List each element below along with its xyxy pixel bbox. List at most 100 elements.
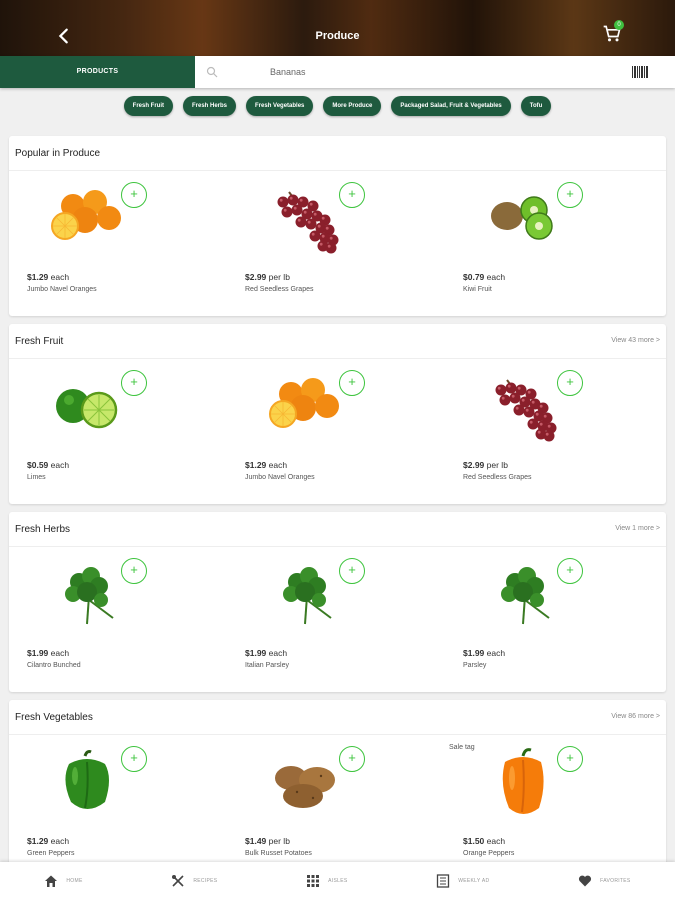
product-card[interactable]: + $1.99 each Cilantro Bunched	[13, 548, 230, 688]
product-image-grapes	[479, 372, 569, 442]
nav-weekly-ad[interactable]: WEEKLY AD	[436, 874, 489, 888]
nav-favorites[interactable]: FAVORITES	[578, 874, 630, 888]
price-unit: each	[486, 272, 506, 282]
product-image-potatoes	[261, 748, 351, 818]
plus-icon: +	[130, 186, 138, 201]
product-card[interactable]: + $1.49 per lb Bulk Russet Potatoes	[231, 736, 448, 876]
price-value: $1.99	[27, 648, 49, 658]
product-card[interactable]: + $2.99 per lb Red Seedless Grapes	[449, 360, 666, 500]
chip-more-produce[interactable]: More Produce	[323, 96, 382, 116]
product-name: Parsley	[463, 662, 487, 669]
price-value: $1.29	[27, 272, 49, 282]
view-more-link[interactable]: View 43 more >	[611, 337, 660, 344]
price-value: $1.29	[27, 836, 49, 846]
price-value: $1.29	[245, 460, 267, 470]
product-image-green-pepper	[43, 748, 133, 818]
product-image-herb	[43, 560, 133, 630]
price-unit: each	[486, 648, 506, 658]
product-image-limes	[43, 372, 133, 442]
product-card[interactable]: + $1.29 each Jumbo Navel Oranges	[231, 360, 448, 500]
barcode-icon[interactable]	[632, 66, 648, 78]
add-to-cart-button[interactable]: +	[557, 558, 583, 584]
product-price: $1.50 each	[463, 836, 505, 846]
product-price: $1.99 each	[463, 648, 505, 658]
add-to-cart-button[interactable]: +	[339, 370, 365, 396]
product-card[interactable]: Sale tag + $1.50 each Orange Peppers	[449, 736, 666, 876]
product-price: $2.99 per lb	[463, 460, 508, 470]
cart-button[interactable]: 0	[602, 20, 628, 48]
products-tab[interactable]: PRODUCTS	[0, 56, 195, 88]
section-title: Popular in Produce	[15, 148, 101, 159]
price-unit: per lb	[268, 836, 290, 846]
nav-weekly-ad-label: WEEKLY AD	[458, 878, 490, 884]
chip-tofu[interactable]: Tofu	[520, 96, 552, 116]
price-unit: each	[486, 836, 506, 846]
product-card[interactable]: + $2.99 per lb Red Seedless Grapes	[231, 172, 448, 312]
product-price: $1.99 each	[27, 648, 69, 658]
chip-fresh-herbs[interactable]: Fresh Herbs	[183, 96, 237, 116]
product-image-oranges	[261, 372, 351, 442]
add-to-cart-button[interactable]: +	[121, 370, 147, 396]
chip-fresh-vegetables[interactable]: Fresh Vegetables	[246, 96, 314, 116]
section-title: Fresh Vegetables	[15, 712, 93, 723]
price-unit: per lb	[268, 272, 290, 282]
add-to-cart-button[interactable]: +	[557, 370, 583, 396]
recipes-icon	[172, 875, 184, 887]
price-value: $1.49	[245, 836, 267, 846]
chip-packaged-salad[interactable]: Packaged Salad, Fruit & Vegetables	[391, 96, 511, 116]
product-card[interactable]: + $0.79 each Kiwi Fruit	[449, 172, 666, 312]
nav-aisles[interactable]: AISLES	[306, 874, 347, 888]
product-name: Bulk Russet Potatoes	[245, 850, 312, 857]
add-to-cart-button[interactable]: +	[557, 746, 583, 772]
product-price: $1.29 each	[245, 460, 287, 470]
plus-icon: +	[348, 562, 356, 577]
nav-recipes[interactable]: RECIPES	[171, 874, 217, 888]
add-to-cart-button[interactable]: +	[121, 558, 147, 584]
section-title: Fresh Herbs	[15, 524, 71, 535]
add-to-cart-button[interactable]: +	[339, 558, 365, 584]
product-image-herb	[479, 560, 569, 630]
page-title: Produce	[315, 30, 360, 42]
product-name: Jumbo Navel Oranges	[245, 474, 315, 481]
product-name: Kiwi Fruit	[463, 286, 492, 293]
section-fresh-vegetables: Fresh Vegetables View 86 more > + $1.29 eac…	[9, 700, 666, 870]
view-more-link[interactable]: View 1 more >	[615, 525, 660, 532]
search-input[interactable]	[228, 62, 618, 82]
nav-home-label: HOME	[66, 878, 83, 884]
product-name: Cilantro Bunched	[27, 662, 81, 669]
bottom-nav: HOME RECIPES AISLES WEEKLY AD FAVORITES	[0, 862, 675, 900]
product-card[interactable]: + $1.29 each Green Peppers	[13, 736, 230, 876]
product-name: Jumbo Navel Oranges	[27, 286, 97, 293]
product-card[interactable]: + $1.29 each Jumbo Navel Oranges	[13, 172, 230, 312]
price-value: $2.99	[463, 460, 485, 470]
section-divider	[9, 734, 666, 735]
product-name: Orange Peppers	[463, 850, 515, 857]
add-to-cart-button[interactable]: +	[557, 182, 583, 208]
nav-favorites-label: FAVORITES	[600, 878, 631, 884]
add-to-cart-button[interactable]: +	[339, 746, 365, 772]
price-unit: each	[268, 460, 288, 470]
view-more-link[interactable]: View 86 more >	[611, 713, 660, 720]
plus-icon: +	[566, 374, 574, 389]
plus-icon: +	[130, 562, 138, 577]
product-price: $0.79 each	[463, 272, 505, 282]
aisles-icon	[307, 875, 320, 887]
section-divider	[9, 546, 666, 547]
add-to-cart-button[interactable]: +	[121, 746, 147, 772]
add-to-cart-button[interactable]: +	[121, 182, 147, 208]
section-divider	[9, 170, 666, 171]
chip-fresh-fruit[interactable]: Fresh Fruit	[123, 96, 173, 116]
search-icon	[206, 66, 218, 78]
add-to-cart-button[interactable]: +	[339, 182, 365, 208]
product-price: $1.49 per lb	[245, 836, 290, 846]
product-card[interactable]: + $1.99 each Italian Parsley	[231, 548, 448, 688]
product-card[interactable]: + $1.99 each Parsley	[449, 548, 666, 688]
section-fresh-fruit: Fresh Fruit View 43 more > + $0.59 each Lime…	[9, 324, 666, 504]
product-price: $1.29 each	[27, 836, 69, 846]
plus-icon: +	[566, 186, 574, 201]
product-price: $0.59 each	[27, 460, 69, 470]
product-card[interactable]: + $0.59 each Limes	[13, 360, 230, 500]
nav-home[interactable]: HOME	[44, 874, 82, 888]
plus-icon: +	[130, 750, 138, 765]
product-image-oranges	[43, 184, 133, 254]
